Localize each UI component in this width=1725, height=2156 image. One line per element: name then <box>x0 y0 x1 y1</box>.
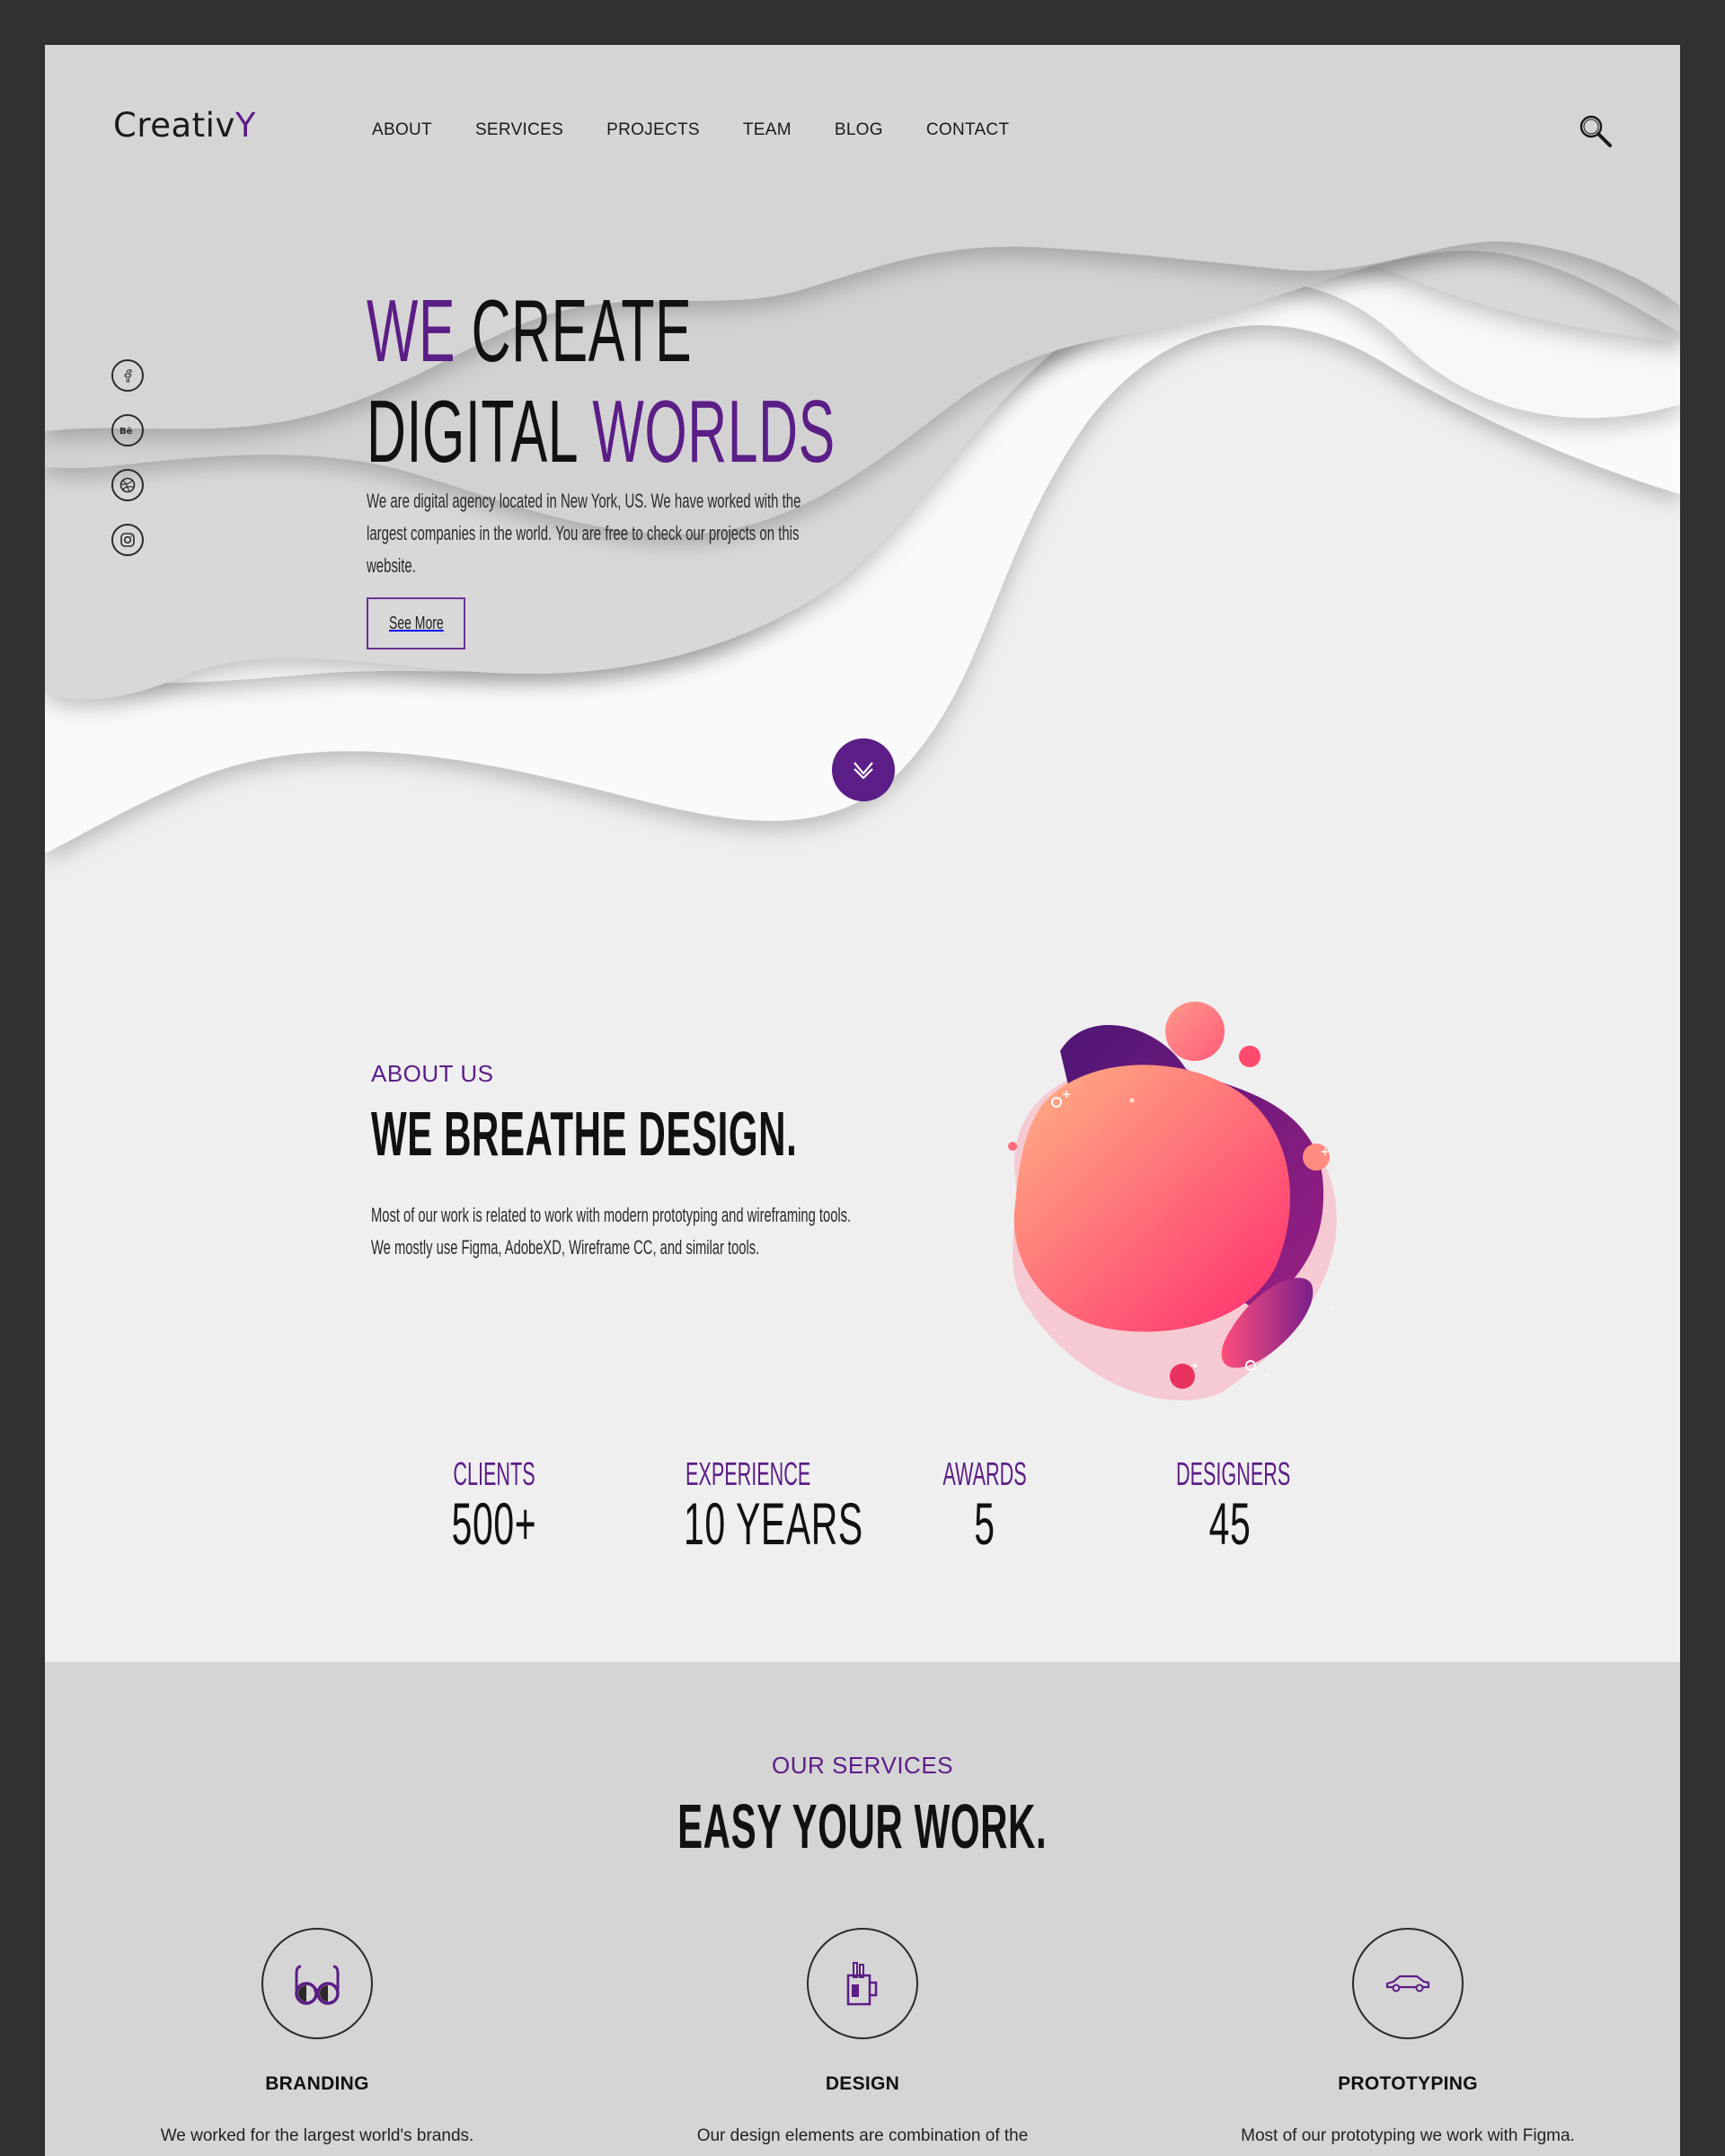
stat-label: CLIENTS <box>453 1455 535 1492</box>
hero-title-part-1: CREATE <box>456 281 693 380</box>
stat-label: EXPERIENCE <box>686 1455 811 1492</box>
nav-blog[interactable]: BLOG <box>835 120 883 140</box>
main-nav: ABOUT SERVICES PROJECTS TEAM BLOG CONTAC… <box>372 120 1009 140</box>
services-title: EASY YOUR WORK. <box>45 1790 1680 1862</box>
search-icon[interactable] <box>1578 113 1614 149</box>
stat-clients: CLIENTS 500+ <box>404 1455 584 1558</box>
service-icon-circle <box>1352 1928 1464 2039</box>
service-icon-circle <box>807 1928 918 2039</box>
logo-accent: Y <box>234 106 256 145</box>
nav-services[interactable]: SERVICES <box>475 120 563 140</box>
stat-awards: AWARDS 5 <box>895 1455 1075 1558</box>
stat-value: 10 YEARS <box>684 1490 863 1557</box>
nav-team[interactable]: TEAM <box>743 120 792 140</box>
hero-title-accent-1: WE <box>367 281 456 380</box>
service-name: PROTOTYPING <box>1338 2073 1478 2094</box>
hero-title-accent-2: WORLDS <box>592 382 836 481</box>
scroll-down-button[interactable] <box>832 738 895 801</box>
service-description: Most of our prototyping we work with Fig… <box>1241 2126 1575 2145</box>
stat-experience: EXPERIENCE 10 YEARS <box>650 1455 863 1558</box>
service-description: We worked for the largest world's brands… <box>160 2126 474 2145</box>
service-design: DESIGN Our design elements are combinati… <box>683 1928 1042 2149</box>
service-name: DESIGN <box>825 2073 900 2094</box>
service-prototyping: PROTOTYPING Most of our prototyping we w… <box>1228 1928 1588 2149</box>
service-name: BRANDING <box>265 2073 369 2094</box>
facebook-icon[interactable] <box>111 359 144 392</box>
mug-icon <box>846 1962 878 2006</box>
behance-icon[interactable]: Bē <box>111 414 144 446</box>
about-label: ABOUT US <box>371 1060 494 1087</box>
hero-wave-background <box>45 45 1680 943</box>
services-title-text: EASY YOUR WORK. <box>677 1791 1048 1861</box>
hero-title-part-2: DIGITAL <box>367 382 593 481</box>
service-description: Our design elements are combination of t… <box>696 2126 1029 2145</box>
see-more-label: See More <box>388 613 444 633</box>
stat-value: 500+ <box>451 1490 537 1557</box>
about-title: WE BREATHE DESIGN. <box>371 1099 798 1169</box>
logo[interactable]: CreativY <box>113 106 256 145</box>
social-links: Bē <box>111 359 144 556</box>
hero-title: WE CREATE DIGITAL WORLDS <box>367 280 836 482</box>
glasses-icon <box>295 1965 340 2005</box>
hero-description: We are digital agency located in New Yor… <box>367 490 801 577</box>
chevron-down-icon <box>854 762 873 780</box>
service-icon-circle <box>261 1928 373 2039</box>
see-more-button[interactable]: See More <box>367 597 465 649</box>
svg-text:Bē: Bē <box>119 427 133 437</box>
instagram-icon[interactable] <box>111 524 144 556</box>
stat-value: 5 <box>974 1490 995 1557</box>
stat-label: DESIGNERS <box>1176 1455 1291 1492</box>
services-label: OUR SERVICES <box>771 1752 953 1779</box>
car-icon <box>1385 1975 1430 1993</box>
nav-contact[interactable]: CONTACT <box>926 120 1010 140</box>
nav-projects[interactable]: PROJECTS <box>606 120 700 140</box>
abstract-blob-illustration <box>1008 1002 1337 1401</box>
stat-label: AWARDS <box>942 1455 1027 1492</box>
about-description: Most of our work is related to work with… <box>371 1204 852 1259</box>
service-branding: BRANDING We worked for the largest world… <box>137 1928 497 2149</box>
nav-about[interactable]: ABOUT <box>372 120 432 140</box>
page: CreativY ABOUT SERVICES PROJECTS TEAM BL… <box>45 45 1680 2156</box>
stat-designers: DESIGNERS 45 <box>1140 1455 1320 1558</box>
stat-value: 45 <box>1208 1490 1252 1557</box>
dribbble-icon[interactable] <box>111 469 144 501</box>
logo-text: Creativ <box>113 106 235 145</box>
